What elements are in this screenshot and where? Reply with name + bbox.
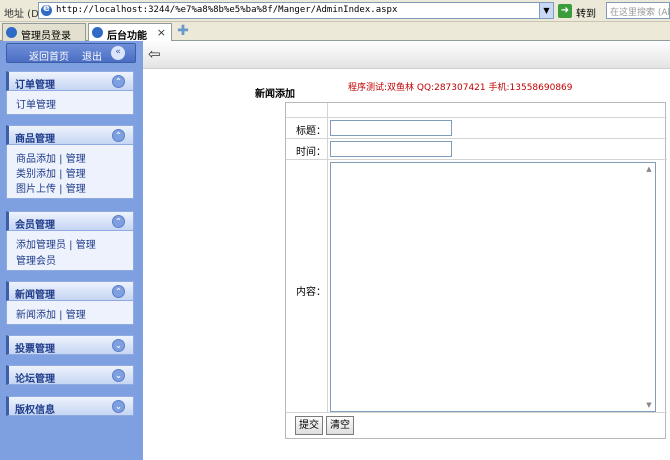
main-content: ⇦ 新闻添加 程序测试:双鱼林 QQ:287307421 手机:13558690…	[143, 41, 670, 460]
dropdown-arrow-icon[interactable]: ▼	[539, 3, 553, 18]
divider	[286, 117, 667, 118]
new-tab-icon[interactable]: ✚	[176, 24, 190, 39]
tab-label: 管理员登录	[21, 31, 71, 42]
scroll-down-icon[interactable]: ▼	[644, 400, 654, 410]
toggle-icon[interactable]: ⌃	[112, 75, 125, 88]
clear-button[interactable]: 清空	[326, 416, 354, 435]
tab-backend-functions[interactable]: 后台功能 ×	[88, 23, 172, 42]
tab-label: 后台功能	[107, 31, 147, 42]
go-arrow-icon: ➜	[558, 4, 572, 18]
main-toolbar: ⇦	[143, 41, 670, 69]
search-input[interactable]: 在这里搜索 (Al	[606, 2, 670, 19]
address-url[interactable]: http://localhost:3244/%e7%a8%8b%e5%ba%8f…	[56, 5, 397, 15]
section-title: 投票管理	[15, 344, 55, 355]
section-body: 商品添加 | 管理 类别添加 | 管理 图片上传 | 管理	[6, 145, 134, 199]
sidebar-item-order-management[interactable]: 订单管理	[16, 96, 56, 111]
section-title: 订单管理	[15, 80, 55, 91]
toggle-icon[interactable]: ⌄	[112, 339, 125, 352]
section-title: 新闻管理	[15, 290, 55, 301]
section-body: 订单管理	[6, 91, 134, 115]
section-body: 新闻添加 | 管理	[6, 301, 134, 325]
ie-icon	[41, 3, 52, 16]
sidebar-item-add-admin[interactable]: 添加管理员 | 管理	[16, 236, 96, 251]
news-form: 标题： 时间： 内容： ▲ ▼ 提交 清空	[285, 102, 667, 439]
address-bar: 地址 (D) http://localhost:3244/%e7%a8%8b%e…	[0, 0, 670, 22]
go-label: 转到	[576, 9, 596, 20]
address-input[interactable]: http://localhost:3244/%e7%a8%8b%e5%ba%8f…	[38, 2, 554, 19]
section-copyright-info[interactable]: 版权信息 ⌄	[6, 396, 134, 416]
section-title: 商品管理	[15, 134, 55, 145]
collapse-icon[interactable]: «	[111, 46, 125, 60]
page-title: 新闻添加	[255, 89, 295, 100]
sidebar-item-news-add[interactable]: 新闻添加 | 管理	[16, 306, 86, 321]
sidebar-top-bar: 返回首页 退出 «	[6, 43, 136, 63]
go-button[interactable]: ➜ 转到	[558, 3, 602, 20]
divider	[327, 103, 328, 412]
test-info-text: 程序测试:双鱼林 QQ:287307421 手机:13558690869	[348, 83, 573, 93]
section-title: 版权信息	[15, 405, 55, 416]
toggle-icon[interactable]: ⌄	[112, 400, 125, 413]
close-icon[interactable]: ×	[157, 26, 166, 39]
home-link[interactable]: 返回首页	[29, 48, 69, 63]
section-body: 添加管理员 | 管理 管理会员	[6, 231, 134, 271]
sidebar-item-manage-members[interactable]: 管理会员	[16, 252, 56, 267]
content-label: 内容：	[296, 287, 326, 298]
back-arrow-icon[interactable]: ⇦	[148, 47, 163, 62]
toggle-icon[interactable]: ⌃	[112, 285, 125, 298]
ie-icon	[6, 27, 17, 38]
tab-bar: 管理员登录 后台功能 × ✚	[0, 22, 670, 42]
section-forum-management[interactable]: 论坛管理 ⌄	[6, 365, 134, 385]
sidebar: 返回首页 退出 « 订单管理 ⌃ 订单管理 商品管理 ⌃ 商品添加 | 管理 类…	[0, 41, 143, 460]
time-input[interactable]	[330, 141, 452, 157]
section-product-management[interactable]: 商品管理 ⌃	[6, 125, 134, 145]
sidebar-item-image-upload[interactable]: 图片上传 | 管理	[16, 180, 86, 195]
toggle-icon[interactable]: ⌄	[112, 369, 125, 382]
toggle-icon[interactable]: ⌃	[112, 215, 125, 228]
section-order-management[interactable]: 订单管理 ⌃	[6, 71, 134, 91]
divider	[286, 159, 667, 160]
title-input[interactable]	[330, 120, 452, 136]
content-textarea[interactable]: ▲ ▼	[330, 162, 656, 412]
section-vote-management[interactable]: 投票管理 ⌄	[6, 335, 134, 355]
section-member-management[interactable]: 会员管理 ⌃	[6, 211, 134, 231]
title-label: 标题：	[296, 126, 326, 137]
logout-link[interactable]: 退出	[82, 48, 102, 63]
time-label: 时间：	[296, 147, 326, 158]
section-title: 会员管理	[15, 220, 55, 231]
sidebar-item-product-add[interactable]: 商品添加 | 管理	[16, 150, 86, 165]
address-label: 地址 (D)	[4, 9, 43, 20]
divider	[286, 412, 667, 413]
divider	[286, 138, 667, 139]
section-news-management[interactable]: 新闻管理 ⌃	[6, 281, 134, 301]
sidebar-item-category-add[interactable]: 类别添加 | 管理	[16, 165, 86, 180]
ie-icon	[92, 27, 103, 38]
section-title: 论坛管理	[15, 374, 55, 385]
tab-admin-login[interactable]: 管理员登录	[2, 23, 86, 42]
submit-button[interactable]: 提交	[295, 416, 323, 435]
toggle-icon[interactable]: ⌃	[112, 129, 125, 142]
scroll-up-icon[interactable]: ▲	[644, 164, 654, 174]
